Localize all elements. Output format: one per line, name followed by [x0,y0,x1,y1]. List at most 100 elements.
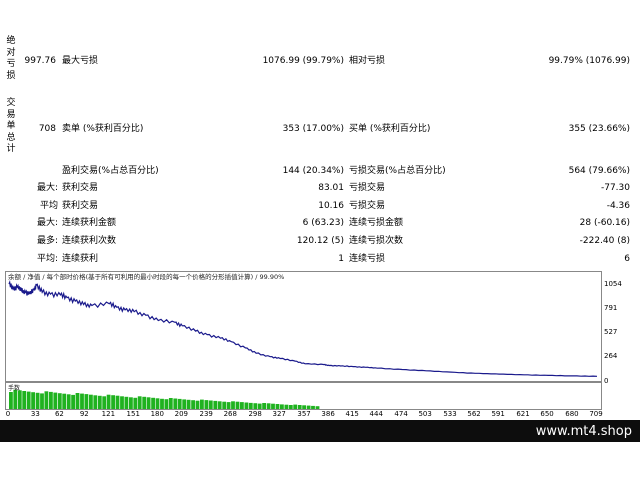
stats-row-left-label: 连续获利金额 [62,218,117,228]
volume-bar [75,393,80,409]
y-tick-label: 0 [604,377,609,385]
volume-bar [262,403,266,409]
volume-bar [288,405,293,409]
x-tick-label: 650 [540,410,554,418]
stats-row-right-label: 连续亏损次数 [349,236,404,246]
section-trades-total-text: 交易单总计 [6,98,16,154]
volume-bar [155,398,160,409]
x-tick-label: 357 [297,410,311,418]
stats-row-right-value: -77.30 [600,183,630,193]
stats-row-right-value: -222.40 (8) [579,236,630,246]
volume-bar [213,400,218,409]
volume-bar [146,397,151,409]
x-tick-label: 415 [345,410,359,418]
x-tick-label: 444 [369,410,383,418]
stats-row-left-label: 盈利交易(%占总百分比) [62,166,159,176]
long-positions-value: 355 (23.66%) [568,124,630,134]
x-tick-label: 327 [272,410,286,418]
volume-bar [97,395,102,409]
balance-chart-svg [8,280,598,377]
volume-bar [311,405,315,409]
stats-row-prefix: 平均 [39,201,58,211]
volume-bar [235,401,240,409]
volume-bar [142,396,147,409]
volume-bar [17,390,22,409]
x-tick-label: 121 [101,410,116,418]
x-tick-label: 180 [150,410,164,418]
volume-bar [44,391,49,409]
stats-row-left-value: 10.16 [318,201,344,211]
x-tick-label: 268 [223,410,237,418]
absolute-drawdown-value: 997.76 [24,56,57,66]
volume-bar [284,404,289,409]
volume-bar [275,404,280,409]
volume-bar [102,396,107,409]
stats-row-left-value: 1 [338,254,344,264]
volume-bar [66,394,71,409]
volume-bar [293,404,298,409]
section-absolute-drawdown-text: 绝对亏损 [6,36,16,81]
volume-bar [13,389,18,409]
volume-bar [302,405,306,409]
stats-row-right-label: 亏损交易 [349,201,386,211]
volume-bar [231,401,235,409]
volume-bar [80,393,84,409]
volume-bar [226,402,231,409]
volume-bar [57,393,62,409]
stats-row-prefix: 平均: [36,254,58,264]
short-positions-value: 353 (17.00%) [282,124,344,134]
volume-bar [120,396,124,409]
x-tick-label: 591 [491,410,505,418]
volume-bar [129,397,133,409]
x-tick-label: 298 [248,410,262,418]
volume-bar [306,405,311,409]
x-tick-label: 239 [199,410,213,418]
volume-bar [257,403,262,409]
volume-bar [195,400,200,409]
x-tick-label: 621 [516,410,530,418]
chart-legend: 余额 / 净值 / 每个部时价格(基于所有可利用的最小时段的每一个价格的分形插值… [8,273,285,281]
volume-bar [133,397,138,409]
volume-bar [177,398,182,409]
x-tick-label: 62 [54,410,64,418]
volume-bar [137,396,142,409]
stats-row-right-label: 亏损交易 [349,183,386,193]
relative-drawdown-value: 99.79% (1076.99) [548,56,630,66]
volume-bar [191,400,195,409]
volume-legend: 手数 [8,385,21,392]
volume-bar [40,393,44,409]
volume-bar [31,392,35,409]
x-tick-label: 709 [589,410,603,418]
volume-bar [186,399,191,409]
stats-row-left-value: 83.01 [318,183,344,193]
bottom-blank [0,442,640,480]
volume-bar [240,402,244,409]
stats-row-right-label: 亏损交易(%占总百分比) [349,166,446,176]
volume-bar [208,400,213,409]
volume-bar [168,398,173,409]
footer-bar: www.mt4.shop [0,420,640,442]
total-trades-value: 708 [38,124,56,134]
volume-bar [49,391,53,409]
volume-bar [164,399,169,409]
stats-row-left-value: 120.12 (5) [296,236,344,246]
stats-row-right-value: 28 (-60.16) [579,218,630,228]
volume-bar [200,399,204,409]
volume-bar [62,393,67,409]
volume-bar [151,397,155,409]
stats-row-prefix: 最多: [36,236,58,246]
stats-row-right-value: 6 [624,254,630,264]
stats-row-left-label: 获利交易 [62,201,99,211]
volume-bar [253,403,258,409]
stats-row-left-label: 连续获利 [62,254,99,264]
stats-row-left-label: 连续获利次数 [62,236,117,246]
y-tick-label: 791 [604,304,618,312]
volume-chart [5,382,602,410]
x-tick-label: 0 [5,410,11,418]
volume-bar [315,406,320,409]
stats-row-left-value: 144 (20.34%) [282,166,344,176]
x-tick-label: 386 [321,410,335,418]
x-tick-label: 680 [565,410,579,418]
volume-bar [217,401,222,409]
volume-bar [222,401,227,409]
